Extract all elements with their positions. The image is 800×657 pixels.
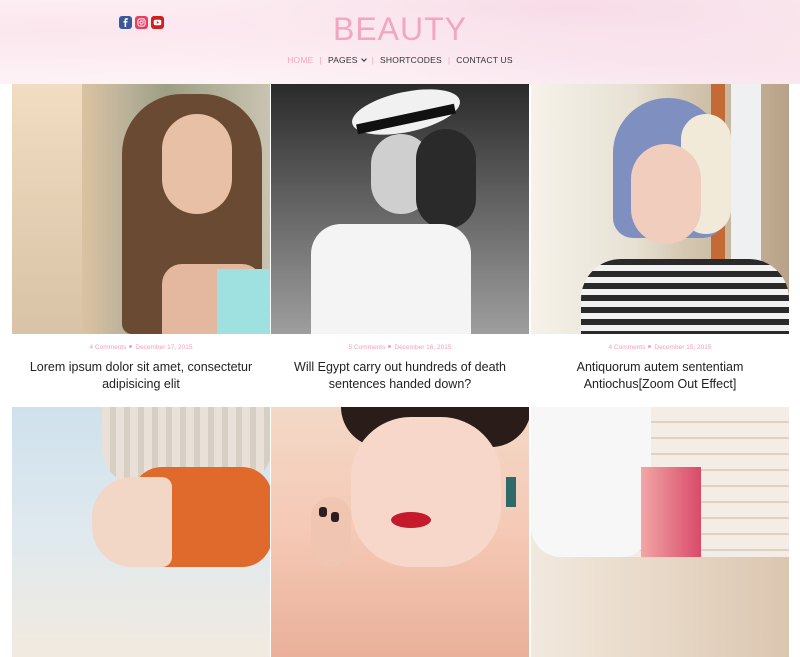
meta-separator: [129, 345, 133, 348]
comment-count[interactable]: 5 Comments: [349, 344, 386, 351]
post-date[interactable]: December 15, 2015: [654, 344, 711, 351]
post-meta: 4 Comments December 15, 2015: [531, 344, 789, 351]
post-card: 5 Comments December 16, 2015 Will Egypt c…: [271, 84, 529, 393]
post-image[interactable]: [12, 84, 270, 334]
post-card: [531, 407, 789, 657]
post-card: 4 Comments December 17, 2015 Lorem ipsum …: [12, 84, 270, 393]
meta-separator: [648, 345, 652, 348]
nav-pages[interactable]: PAGES: [322, 55, 372, 65]
post-date[interactable]: December 16, 2015: [394, 344, 451, 351]
chevron-down-icon: [360, 56, 367, 62]
post-image[interactable]: [531, 84, 789, 334]
comment-count[interactable]: 4 Comments: [609, 344, 646, 351]
meta-separator: [388, 345, 392, 348]
comment-count[interactable]: 4 Comments: [90, 344, 127, 351]
post-card: 4 Comments December 15, 2015 Antiquorum a…: [531, 84, 789, 393]
post-image[interactable]: [271, 84, 529, 334]
site-title[interactable]: BEAUTY: [0, 11, 800, 48]
post-meta: 4 Comments December 17, 2015: [12, 344, 270, 351]
nav-pages-label: PAGES: [327, 55, 358, 65]
post-title[interactable]: Antiquorum autem sententiam Antiochus[Zo…: [531, 359, 789, 393]
post-date[interactable]: December 17, 2015: [135, 344, 192, 351]
post-image[interactable]: [271, 407, 529, 657]
post-meta: 5 Comments December 16, 2015: [271, 344, 529, 351]
nav-home[interactable]: HOME: [281, 55, 319, 65]
post-image[interactable]: [12, 407, 270, 657]
site-header: BEAUTY HOME | PAGES | SHORTCODES | CONTA…: [0, 0, 800, 84]
post-title[interactable]: Lorem ipsum dolor sit amet, consectetur …: [12, 359, 270, 393]
nav-contact-us[interactable]: CONTACT US: [450, 55, 518, 65]
post-card: [12, 407, 270, 657]
post-image[interactable]: [531, 407, 789, 657]
nav-shortcodes[interactable]: SHORTCODES: [374, 55, 448, 65]
post-title[interactable]: Will Egypt carry out hundreds of death s…: [271, 359, 529, 393]
post-card: [271, 407, 529, 657]
main-nav: HOME | PAGES | SHORTCODES | CONTACT US: [0, 55, 800, 65]
